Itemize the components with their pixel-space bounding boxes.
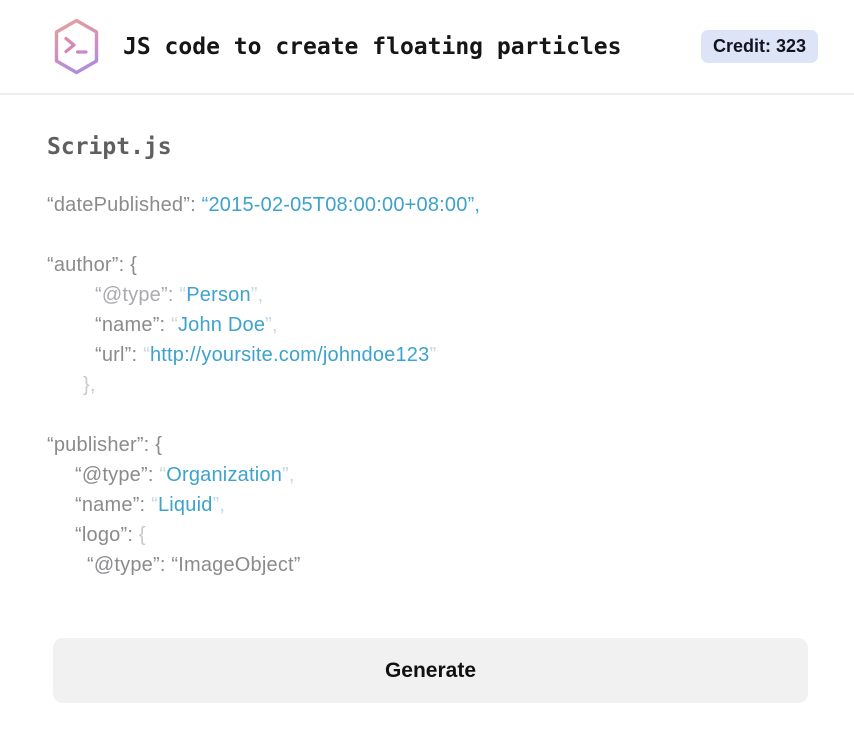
code-segment-key: “datePublished”: <box>47 194 202 216</box>
code-block: “datePublished”: “2015-02-05T08:00:00+08… <box>47 190 854 580</box>
generate-button[interactable]: Generate <box>53 638 808 703</box>
code-segment-value: http://yoursite.com/johndoe123 <box>149 344 430 366</box>
main-content: Script.js “datePublished”: “2015-02-05T0… <box>0 134 854 703</box>
code-segment-key: “@type”: <box>75 464 160 486</box>
code-line: “author”: { <box>47 250 854 280</box>
code-segment-key: “name”: <box>75 494 152 516</box>
code-segment-quote: ”, <box>282 464 295 486</box>
code-segment-quote: ”, <box>250 284 264 306</box>
code-segment-value: Liquid <box>157 494 213 516</box>
code-segment-value: “2015-02-05T08:00:00+08:00”, <box>201 194 481 216</box>
code-line: “publisher”: { <box>47 430 854 460</box>
code-segment-key: “publisher”: { <box>47 434 163 456</box>
code-segment-punct-light: }, <box>83 374 96 396</box>
page-title: JS code to create floating particles <box>123 33 622 60</box>
code-line: “url”: “http://yoursite.com/johndoe123” <box>47 340 854 370</box>
code-segment-key-light: “@type”: <box>95 284 180 306</box>
code-segment-key: “url”: <box>95 344 144 366</box>
code-segment-key: “@type”: “ImageObject” <box>87 554 301 576</box>
code-segment-key: “author”: { <box>47 254 138 276</box>
code-line: “@type”: “Person”, <box>47 280 854 310</box>
terminal-logo-icon <box>53 18 100 75</box>
code-line: “@type”: “ImageObject” <box>47 550 854 580</box>
code-segment-quote: ”, <box>265 314 278 336</box>
code-segment-quote: “ <box>143 344 150 366</box>
code-line: “@type”: “Organization”, <box>47 460 854 490</box>
code-segment-value: John Doe <box>177 314 266 336</box>
code-line: “logo”: { <box>47 520 854 550</box>
code-segment-quote: “ <box>171 314 178 336</box>
app-header: JS code to create floating particles Cre… <box>0 0 854 95</box>
code-segment-quote: “ <box>151 494 158 516</box>
code-segment-key: “logo”: <box>75 524 139 546</box>
code-segment-quote: ”, <box>212 494 226 516</box>
code-segment-punct-light: { <box>138 524 146 546</box>
credit-badge: Credit: 323 <box>700 30 818 63</box>
code-segment-value: Person <box>186 284 251 306</box>
code-line: “datePublished”: “2015-02-05T08:00:00+08… <box>47 190 854 220</box>
code-segment-key: “name”: <box>95 314 172 336</box>
code-line: }, <box>47 370 854 400</box>
code-segment-quote: ” <box>429 344 437 366</box>
code-segment-value: Organization <box>166 464 283 486</box>
code-line: “name”: “Liquid”, <box>47 490 854 520</box>
file-name-heading: Script.js <box>47 134 172 160</box>
code-line: “name”: “John Doe”, <box>47 310 854 340</box>
